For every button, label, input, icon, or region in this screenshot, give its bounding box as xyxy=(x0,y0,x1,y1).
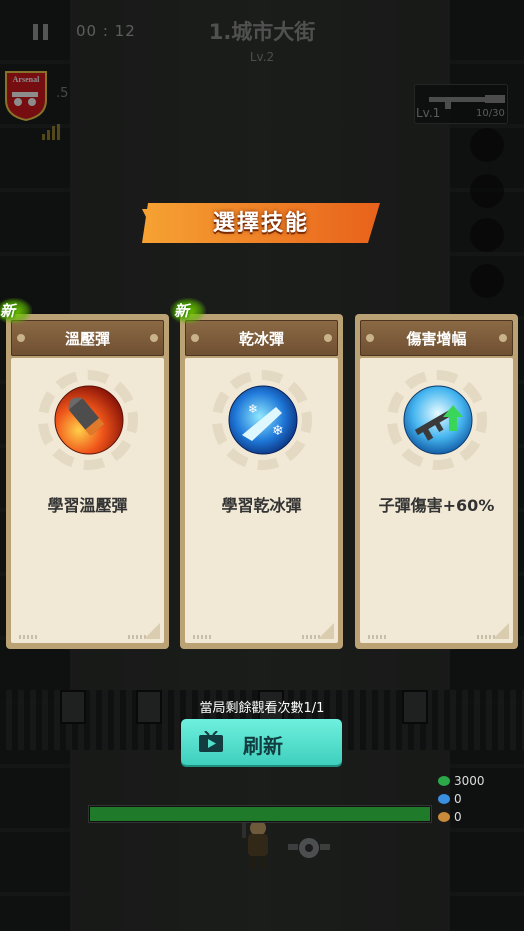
new-badge: 新 xyxy=(0,302,16,320)
coin-stat: 0 xyxy=(438,810,462,824)
health-bar-fill xyxy=(90,807,430,821)
health-stat: 3000 xyxy=(438,774,485,788)
skill-card-dry-ice[interactable]: 乾冰彈 ❄ ❄ 學習乾冰彈 新 xyxy=(170,298,343,649)
svg-text:❄: ❄ xyxy=(272,423,284,439)
thermobaric-bullet-icon xyxy=(54,385,124,455)
remaining-views-text: 當局剩餘觀看次數1/1 xyxy=(199,701,325,716)
coin-icon xyxy=(438,812,450,822)
skill-select-title: 選擇技能 xyxy=(212,211,309,236)
skill-name: 傷害增幅 xyxy=(406,330,467,348)
shield-icon xyxy=(438,794,450,804)
skill-description: 學習溫壓彈 xyxy=(47,496,128,515)
svg-text:❄: ❄ xyxy=(248,402,258,416)
refresh-label: 刷新 xyxy=(243,734,283,758)
skill-description: 子彈傷害+60% xyxy=(378,496,495,515)
dry-ice-bullet-icon: ❄ ❄ xyxy=(228,385,298,455)
skill-name: 乾冰彈 xyxy=(238,330,284,348)
skill-card-damage-boost[interactable]: 傷害增幅 子彈傷害+60% xyxy=(355,314,518,649)
heart-icon xyxy=(438,776,450,786)
skill-card-thermobaric[interactable]: 溫壓彈 學習溫壓彈 新 xyxy=(0,298,169,649)
tv-ad-icon xyxy=(199,731,223,752)
skill-description: 學習乾冰彈 xyxy=(221,496,302,515)
damage-boost-rifle-icon xyxy=(403,385,473,455)
new-badge: 新 xyxy=(174,302,190,320)
shield-stat: 0 xyxy=(438,792,462,806)
skill-name: 溫壓彈 xyxy=(64,330,110,348)
health-bar xyxy=(88,805,432,823)
